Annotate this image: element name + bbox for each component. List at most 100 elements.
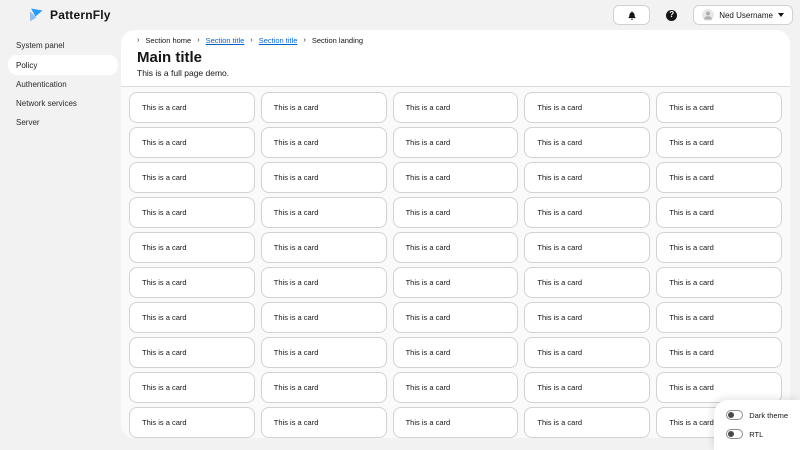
card: This is a card bbox=[392, 302, 519, 333]
user-name: Ned Username bbox=[719, 10, 773, 20]
sidebar-item-label: Policy bbox=[16, 60, 38, 70]
card-title: This is a card bbox=[669, 348, 714, 357]
sidebar-item-label: Network services bbox=[16, 99, 77, 108]
card: This is a card bbox=[392, 127, 519, 158]
avatar-icon bbox=[702, 9, 715, 21]
card-title: This is a card bbox=[273, 383, 319, 392]
card-title: This is a card bbox=[405, 173, 451, 182]
card-title: This is a card bbox=[273, 348, 319, 357]
card: This is a card bbox=[392, 232, 519, 263]
card-title: This is a card bbox=[537, 243, 582, 252]
breadcrumb: › Section home › Section title › Section… bbox=[137, 37, 774, 45]
card: This is a card bbox=[524, 232, 651, 263]
sidebar-item[interactable]: Server bbox=[0, 113, 121, 132]
sidebar-item[interactable]: System panel bbox=[0, 36, 121, 55]
card-title: This is a card bbox=[669, 418, 714, 427]
card-title: This is a card bbox=[273, 208, 319, 217]
card: This is a card bbox=[524, 162, 651, 193]
card: This is a card bbox=[260, 92, 387, 123]
card: This is a card bbox=[524, 337, 651, 368]
user-menu-button[interactable]: Ned Username bbox=[693, 5, 793, 25]
card: This is a card bbox=[656, 372, 782, 403]
sidebar-item[interactable]: Policy bbox=[8, 55, 118, 75]
breadcrumb-item: › Section title bbox=[250, 37, 297, 45]
brand-logo[interactable]: PatternFly bbox=[28, 7, 111, 23]
card-title: This is a card bbox=[405, 383, 451, 392]
card-title: This is a card bbox=[537, 383, 582, 392]
caret-down-icon bbox=[778, 13, 784, 17]
card: This is a card bbox=[524, 127, 651, 158]
bell-icon bbox=[627, 10, 637, 21]
toggle-row[interactable]: RTL bbox=[726, 429, 788, 439]
toggle-label: RTL bbox=[749, 429, 764, 439]
breadcrumb-item: › Section home bbox=[137, 37, 191, 45]
card: This is a card bbox=[260, 127, 387, 158]
breadcrumb-link[interactable]: Section landing bbox=[312, 37, 363, 45]
card: This is a card bbox=[260, 337, 387, 368]
card-title: This is a card bbox=[669, 383, 714, 392]
card-title: This is a card bbox=[273, 138, 319, 147]
card-title: This is a card bbox=[405, 313, 451, 322]
breadcrumb-item: › Section landing bbox=[303, 37, 363, 45]
theme-toggle-panel: Dark theme RTL bbox=[714, 400, 800, 450]
card: This is a card bbox=[656, 162, 782, 193]
card-title: This is a card bbox=[669, 313, 714, 322]
sidebar-item-label: System panel bbox=[16, 41, 65, 50]
sidebar-nav-list: System panel Policy Authentication Netwo… bbox=[0, 36, 121, 132]
card: This is a card bbox=[392, 197, 519, 228]
card: This is a card bbox=[524, 92, 651, 123]
sidebar-item[interactable]: Authentication bbox=[0, 75, 121, 94]
card-title: This is a card bbox=[142, 278, 187, 287]
switch-knob bbox=[728, 412, 735, 418]
page-layout: System panel Policy Authentication Netwo… bbox=[0, 30, 800, 450]
patternfly-logo-icon bbox=[28, 7, 44, 23]
help-button[interactable]: ? bbox=[665, 9, 678, 22]
toggle-switch-icon[interactable] bbox=[726, 410, 744, 420]
card: This is a card bbox=[129, 407, 255, 438]
card: This is a card bbox=[524, 407, 651, 438]
breadcrumb-separator-icon: › bbox=[250, 37, 253, 44]
card-title: This is a card bbox=[273, 243, 319, 252]
card-title: This is a card bbox=[405, 348, 451, 357]
page-header: › Section home › Section title › Section… bbox=[121, 30, 790, 87]
card: This is a card bbox=[260, 267, 387, 298]
card: This is a card bbox=[129, 337, 255, 368]
sidebar-item-label: Authentication bbox=[16, 80, 67, 89]
card-title: This is a card bbox=[273, 278, 319, 287]
card: This is a card bbox=[260, 302, 387, 333]
card: This is a card bbox=[656, 267, 782, 298]
card: This is a card bbox=[392, 337, 519, 368]
card-title: This is a card bbox=[142, 138, 187, 147]
brand-name: PatternFly bbox=[50, 8, 111, 22]
card: This is a card bbox=[524, 372, 651, 403]
card: This is a card bbox=[524, 197, 651, 228]
card: This is a card bbox=[129, 232, 255, 263]
toggle-label: Dark theme bbox=[749, 410, 788, 420]
notifications-button[interactable] bbox=[613, 5, 651, 25]
card-title: This is a card bbox=[405, 208, 451, 217]
card: This is a card bbox=[129, 162, 255, 193]
toggle-row[interactable]: Dark theme bbox=[726, 410, 788, 420]
card-title: This is a card bbox=[142, 208, 187, 217]
card: This is a card bbox=[260, 232, 387, 263]
card-title: This is a card bbox=[142, 348, 187, 357]
breadcrumb-separator-icon: › bbox=[137, 37, 140, 44]
card: This is a card bbox=[129, 302, 255, 333]
toggle-switch-icon[interactable] bbox=[726, 429, 744, 439]
card-title: This is a card bbox=[537, 138, 582, 147]
sidebar: System panel Policy Authentication Netwo… bbox=[0, 30, 121, 450]
card: This is a card bbox=[656, 337, 782, 368]
card-title: This is a card bbox=[405, 138, 451, 147]
breadcrumb-link[interactable]: Section title bbox=[206, 37, 245, 45]
card-title: This is a card bbox=[405, 103, 451, 112]
breadcrumb-link[interactable]: Section title bbox=[259, 37, 298, 45]
card: This is a card bbox=[656, 127, 782, 158]
card-title: This is a card bbox=[537, 313, 582, 322]
card-title: This is a card bbox=[273, 313, 319, 322]
card-title: This is a card bbox=[142, 243, 187, 252]
breadcrumb-link[interactable]: Section home bbox=[145, 37, 191, 45]
sidebar-item[interactable]: Network services bbox=[0, 94, 121, 113]
card: This is a card bbox=[392, 267, 519, 298]
card: This is a card bbox=[524, 267, 651, 298]
masthead-controls: ? Ned Username bbox=[613, 5, 793, 25]
